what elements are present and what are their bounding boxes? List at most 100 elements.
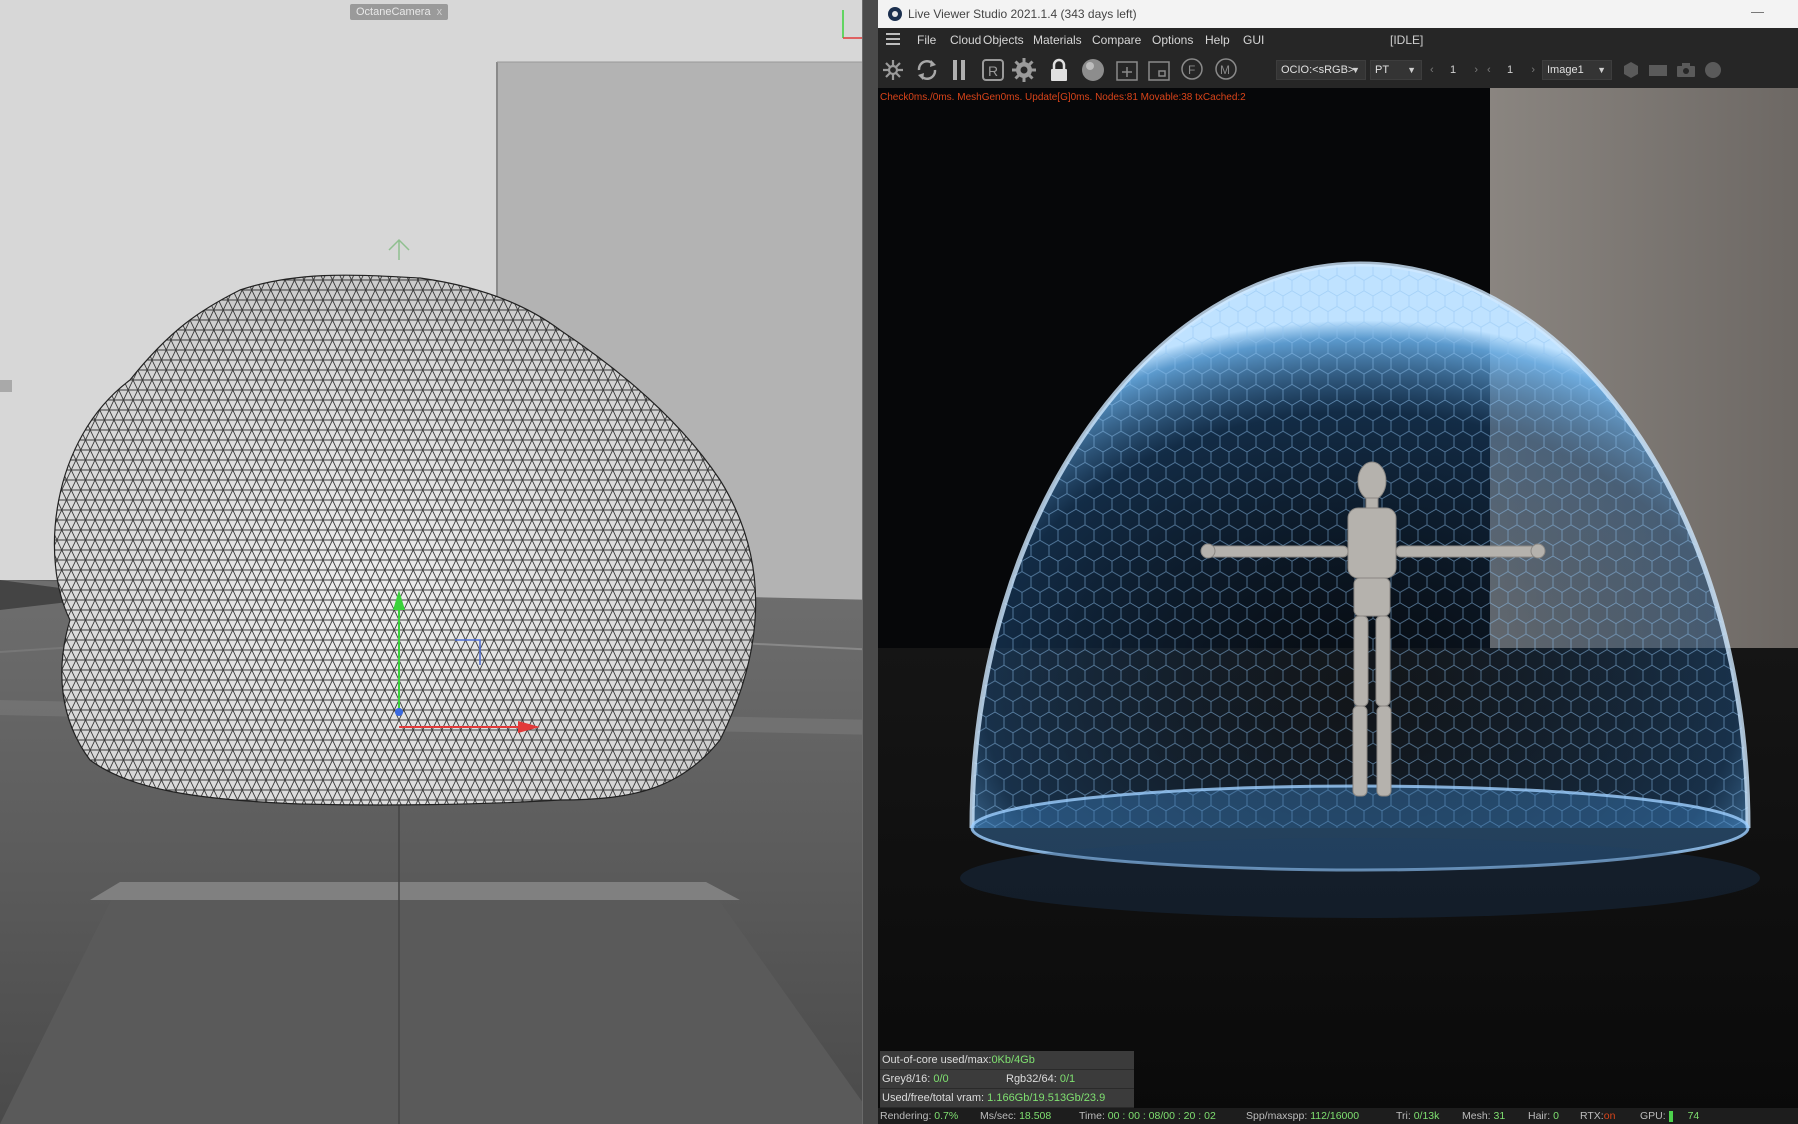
material-pick-icon[interactable]: M bbox=[1211, 55, 1241, 85]
hamburger-menu-icon[interactable] bbox=[886, 33, 900, 45]
gpu-label: GPU: bbox=[1640, 1110, 1666, 1122]
frame-stepper-1[interactable]: ‹ 1 › bbox=[1428, 60, 1480, 80]
status-rendering: Rendering: 0.7% bbox=[880, 1108, 958, 1124]
tri-value: 0/13k bbox=[1413, 1110, 1440, 1122]
memory-info-panel: Out-of-core used/max:0Kb/4Gb Grey8/16: 0… bbox=[880, 1051, 1134, 1108]
crop-region-icon[interactable] bbox=[1144, 55, 1174, 85]
spp-label: Spp/maxspp: bbox=[1246, 1110, 1308, 1122]
frame-stepper-2[interactable]: ‹ 1 › bbox=[1485, 60, 1537, 80]
add-region-icon[interactable] bbox=[1112, 55, 1142, 85]
status-time: Time: 00 : 00 : 08/00 : 20 : 02 bbox=[1079, 1108, 1216, 1124]
status-tri: Tri: 0/13k bbox=[1396, 1108, 1439, 1124]
gpu-value: 74 bbox=[1687, 1110, 1700, 1122]
app-root: OctaneCamera x Live Viewer Studio 2021.1.… bbox=[0, 0, 1798, 1124]
menu-objects[interactable]: Objects bbox=[983, 33, 1024, 47]
settings-gear-icon[interactable] bbox=[1009, 55, 1039, 85]
menu-options[interactable]: Options bbox=[1152, 33, 1193, 47]
send-scene-icon[interactable] bbox=[878, 55, 908, 85]
editor-viewport[interactable]: OctaneCamera x bbox=[0, 0, 878, 1124]
viewport-scene bbox=[0, 0, 878, 1124]
svg-text:R: R bbox=[988, 63, 998, 79]
image-value: Image1 bbox=[1547, 64, 1584, 76]
film-icon[interactable] bbox=[1643, 55, 1673, 85]
chevron-right-icon[interactable]: › bbox=[1474, 60, 1478, 80]
record-icon[interactable] bbox=[1698, 55, 1728, 85]
vram-row: Used/free/total vram: 1.166Gb/19.513Gb/2… bbox=[880, 1089, 1134, 1108]
status-ms: Ms/sec: 18.508 bbox=[980, 1108, 1051, 1124]
camera-name: OctaneCamera bbox=[356, 6, 431, 18]
hair-label: Hair: bbox=[1528, 1110, 1551, 1122]
ooc-label: Out-of-core used/max: bbox=[882, 1054, 992, 1066]
panel-splitter[interactable] bbox=[862, 0, 878, 1124]
pause-icon[interactable] bbox=[944, 55, 974, 85]
ooc-value: 0Kb/4Gb bbox=[991, 1054, 1035, 1066]
focus-pick-icon[interactable]: F bbox=[1177, 55, 1207, 85]
viewport-side-handle[interactable] bbox=[0, 380, 12, 392]
rgb-label: Rgb32/64: bbox=[1006, 1073, 1057, 1085]
live-viewer-window: Live Viewer Studio 2021.1.4 (343 days le… bbox=[878, 0, 1798, 1124]
status-gpu: GPU: 74 bbox=[1640, 1108, 1699, 1124]
gpu-usage-bar bbox=[1668, 1110, 1673, 1122]
mesh-label: Mesh: bbox=[1462, 1110, 1491, 1122]
stepper-value: 1 bbox=[1450, 64, 1457, 76]
ocio-select[interactable]: OCIO:<sRGB> ▼ bbox=[1276, 60, 1366, 80]
status-bar: Rendering: 0.7% Ms/sec: 18.508 Time: 00 … bbox=[878, 1108, 1798, 1124]
rendering-label: Rendering: bbox=[880, 1110, 932, 1122]
tri-label: Tri: bbox=[1396, 1110, 1411, 1122]
image-select[interactable]: Image1 ▼ bbox=[1542, 60, 1612, 80]
chevron-left-icon[interactable]: ‹ bbox=[1487, 60, 1491, 80]
render-state-status: [IDLE] bbox=[1390, 33, 1424, 47]
lock-icon[interactable] bbox=[1044, 55, 1074, 85]
chevron-down-icon: ▼ bbox=[1597, 65, 1606, 75]
status-hair: Hair: 0 bbox=[1528, 1108, 1559, 1124]
toolbar: R F M OCIO:<sRGB> ▼ PT ▼ ‹ 1 › ‹ 1 › Ima… bbox=[878, 52, 1798, 88]
grey-value: 0/0 bbox=[933, 1073, 949, 1085]
menu-compare[interactable]: Compare bbox=[1092, 33, 1141, 47]
chevron-right-icon[interactable]: › bbox=[1531, 60, 1535, 80]
menu-cloud[interactable]: Cloud bbox=[950, 33, 981, 47]
menu-help[interactable]: Help bbox=[1205, 33, 1230, 47]
ooc-row: Out-of-core used/max:0Kb/4Gb bbox=[880, 1051, 1134, 1070]
status-mesh: Mesh: 31 bbox=[1462, 1108, 1505, 1124]
render-image bbox=[878, 88, 1798, 1124]
svg-text:F: F bbox=[1188, 63, 1195, 77]
kernel-select[interactable]: PT ▼ bbox=[1370, 60, 1422, 80]
kernel-value: PT bbox=[1375, 64, 1390, 76]
chevron-down-icon: ▼ bbox=[1351, 65, 1360, 75]
menu-gui[interactable]: GUI bbox=[1243, 33, 1264, 47]
hexagon-icon[interactable] bbox=[1616, 55, 1646, 85]
render-stats-line: Check0ms./0ms. MeshGen0ms. Update[G]0ms.… bbox=[880, 92, 1246, 103]
svg-text:M: M bbox=[1220, 63, 1230, 77]
restart-icon[interactable] bbox=[912, 55, 942, 85]
rendering-value: 0.7% bbox=[934, 1110, 959, 1122]
status-rtx: RTX:on bbox=[1580, 1108, 1615, 1124]
title-bar[interactable]: Live Viewer Studio 2021.1.4 (343 days le… bbox=[878, 0, 1798, 28]
hair-value: 0 bbox=[1553, 1110, 1559, 1122]
camera-icon[interactable] bbox=[1671, 55, 1701, 85]
render-viewport[interactable]: Check0ms./0ms. MeshGen0ms. Update[G]0ms.… bbox=[878, 88, 1798, 1124]
region-render-icon[interactable]: R bbox=[978, 55, 1008, 85]
camera-close-icon[interactable]: x bbox=[437, 6, 443, 18]
chevron-left-icon[interactable]: ‹ bbox=[1430, 60, 1434, 80]
spp-value: 112/16000 bbox=[1310, 1110, 1360, 1122]
menu-bar: File Cloud Objects Materials Compare Opt… bbox=[878, 28, 1798, 52]
status-spp: Spp/maxspp: 112/16000 bbox=[1246, 1108, 1359, 1124]
rgb-value: 0/1 bbox=[1059, 1073, 1076, 1085]
ms-value: 18.508 bbox=[1019, 1110, 1052, 1122]
vram-value: 1.166Gb/19.513Gb/23.9 bbox=[987, 1092, 1106, 1104]
camera-label[interactable]: OctaneCamera x bbox=[350, 4, 449, 20]
grey-label: Grey8/16: bbox=[882, 1073, 931, 1085]
menu-materials[interactable]: Materials bbox=[1033, 33, 1082, 47]
menu-file[interactable]: File bbox=[917, 33, 936, 47]
texture-row: Grey8/16: 0/0 Rgb32/64: 0/1 bbox=[880, 1070, 1134, 1089]
time-label: Time: bbox=[1079, 1110, 1105, 1122]
minimize-button[interactable]: — bbox=[1751, 4, 1764, 19]
stepper-value: 1 bbox=[1507, 64, 1514, 76]
material-ball-icon[interactable] bbox=[1078, 55, 1108, 85]
mesh-value: 31 bbox=[1493, 1110, 1506, 1122]
ocio-value: OCIO:<sRGB> bbox=[1281, 64, 1355, 76]
app-logo-icon bbox=[888, 7, 902, 21]
vram-label: Used/free/total vram: bbox=[882, 1092, 985, 1104]
window-title: Live Viewer Studio 2021.1.4 (343 days le… bbox=[908, 7, 1137, 21]
time-value: 00 : 00 : 08/00 : 20 : 02 bbox=[1107, 1110, 1216, 1122]
